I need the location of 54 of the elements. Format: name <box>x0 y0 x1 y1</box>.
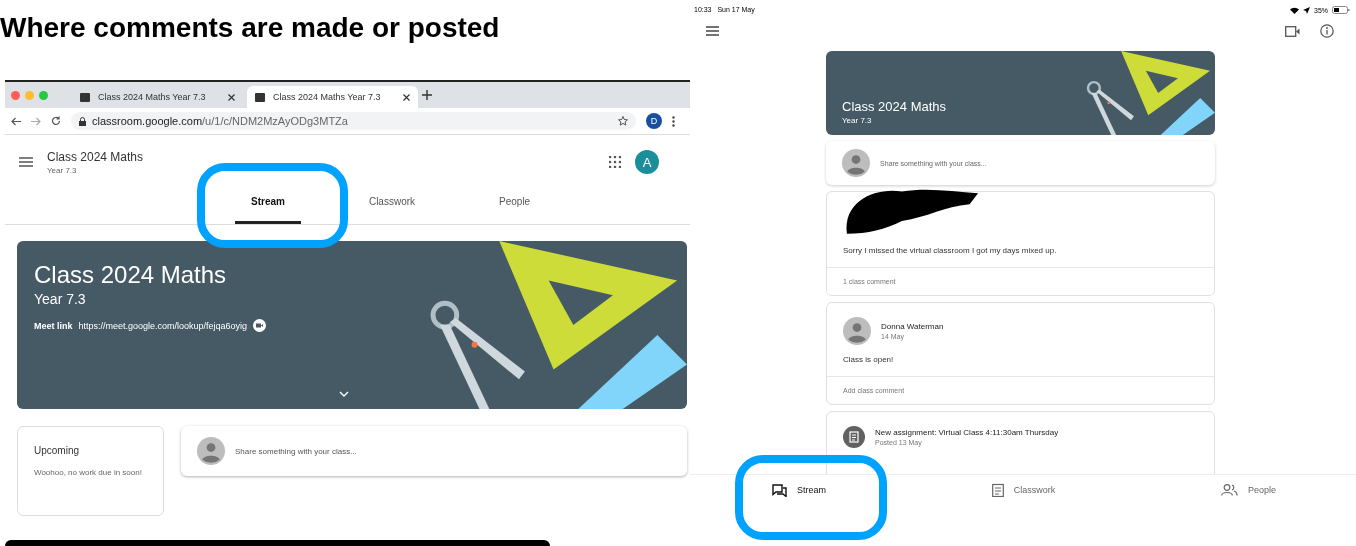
location-arrow-icon <box>1303 6 1310 14</box>
banner-title: Class 2024 Maths <box>842 99 948 114</box>
post-text: Sorry I missed the virtual classroom I got my days mixed up. <box>842 245 1058 257</box>
close-icon[interactable] <box>403 93 410 101</box>
nav-tab[interactable]: People <box>483 196 547 224</box>
account-avatar[interactable]: A <box>635 150 659 174</box>
wifi-icon <box>1290 6 1299 14</box>
meet-label: Meet link <box>34 321 73 331</box>
menu-icon[interactable] <box>19 157 33 167</box>
browser-tab[interactable]: Class 2024 Maths Year 7.3 <box>72 86 243 108</box>
bottom-nav-tab[interactable]: People <box>1220 483 1276 497</box>
post-title: New assignment: Virtual Class 4:11:30am Thursday <box>875 428 1059 437</box>
assignment-icon <box>843 426 865 448</box>
meet-link[interactable]: https://meet.google.com/lookup/fejqa6oyig <box>78 321 248 331</box>
bottom-nav-tab[interactable]: Classwork <box>991 483 1056 497</box>
close-icon[interactable] <box>228 93 235 101</box>
menu-icon[interactable] <box>706 26 719 36</box>
clipboard-icon <box>991 483 1004 497</box>
battery-icon <box>1332 6 1350 14</box>
people-icon <box>1220 484 1238 496</box>
bottom-nav-tab[interactable]: Stream <box>772 483 826 497</box>
apps-grid-icon[interactable] <box>609 156 621 168</box>
info-icon[interactable] <box>1320 24 1334 38</box>
chevron-down-icon[interactable] <box>339 391 349 397</box>
chat-icon <box>772 483 787 497</box>
post-text: Class is open! <box>842 354 895 366</box>
profile-avatar[interactable]: D <box>646 113 662 129</box>
post-author: Donna Waterman <box>881 322 944 331</box>
video-icon[interactable] <box>253 319 267 333</box>
avatar-icon <box>197 437 225 465</box>
new-tab-icon[interactable] <box>422 90 432 100</box>
share-field[interactable]: Share something with your class... <box>181 426 687 476</box>
lock-icon <box>79 116 86 126</box>
banner-subtitle: Year 7.3 <box>842 116 873 125</box>
banner-subtitle: Year 7.3 <box>34 291 87 307</box>
nav-tab[interactable]: Classwork <box>352 196 432 224</box>
address-field[interactable]: classroom.google.com/u/1/c/NDM2MzAyODg3MTZa <box>71 112 636 130</box>
class-name: Class 2024 Maths <box>47 149 144 164</box>
star-icon[interactable] <box>618 116 628 126</box>
page-icon <box>80 92 90 102</box>
slide-title: Where comments are made or posted <box>0 12 501 45</box>
nav-tab[interactable]: Stream <box>235 196 301 224</box>
avatar-icon <box>842 149 870 177</box>
more-icon[interactable] <box>672 115 675 127</box>
page-icon <box>255 92 265 102</box>
class-section: Year 7.3 <box>47 165 144 175</box>
banner-title: Class 2024 Maths <box>34 261 228 289</box>
video-camera-icon[interactable] <box>1285 25 1300 37</box>
browser-tab[interactable]: Class 2024 Maths Year 7.3 <box>247 86 418 108</box>
avatar-icon <box>843 317 871 345</box>
reload-icon[interactable] <box>51 116 61 126</box>
upcoming-text: Woohoo, no work due in soon! <box>34 467 143 479</box>
upcoming-title: Upcoming <box>34 445 81 456</box>
back-icon[interactable] <box>11 116 21 126</box>
